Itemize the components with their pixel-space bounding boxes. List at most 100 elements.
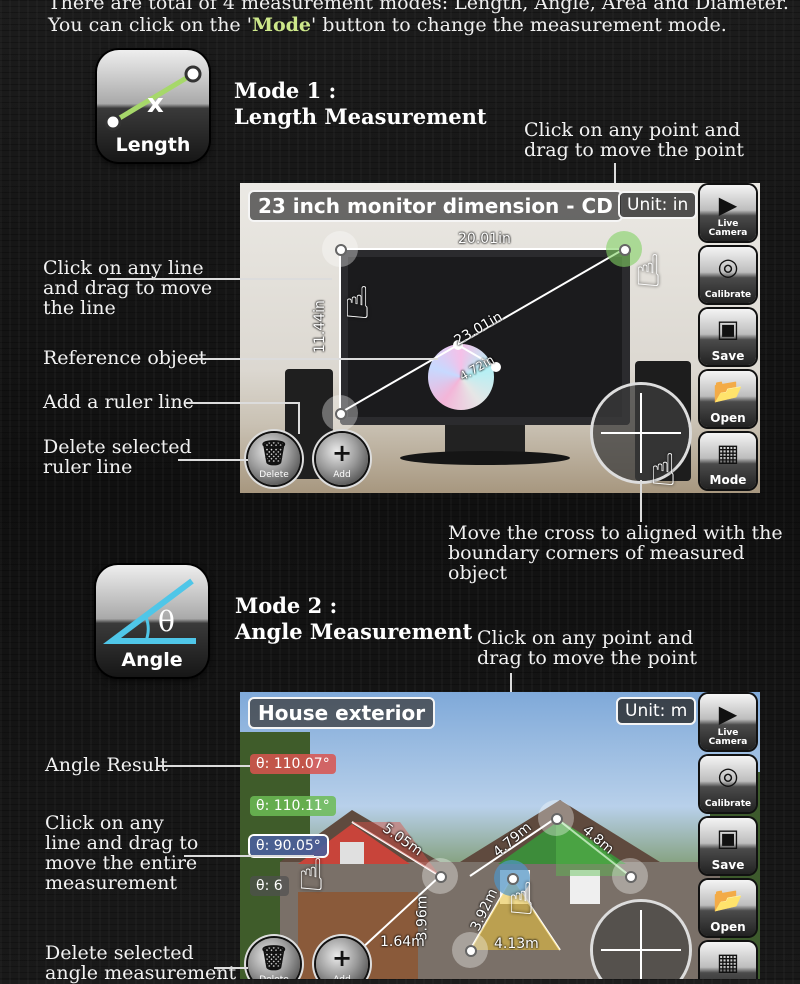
measure-point-handle[interactable] <box>452 932 488 968</box>
angle-icon: θ <box>103 578 196 644</box>
angle-mode-label: Angle <box>121 649 183 671</box>
save-button[interactable]: ▣ Save <box>700 309 756 365</box>
callout-text: measurement <box>45 872 178 894</box>
mode1-screen: 20.01in 11.44in 23.01in 4.72in ☝ ☝ ☝ 23 … <box>240 183 760 493</box>
delete-button[interactable]: 🗑 Delete <box>248 938 300 979</box>
folder-icon: 📂 <box>713 377 743 405</box>
hand-pointer-icon: ☝ <box>508 874 535 925</box>
floppy-icon: ▣ <box>716 315 740 343</box>
mode1-callout-add: Add a ruler line <box>43 391 194 413</box>
open-label: Open <box>710 920 746 934</box>
measure-point-handle[interactable] <box>612 858 648 894</box>
length-mode-icon: x Length <box>97 50 209 162</box>
mode2-callout-angle: Angle Result <box>45 754 168 776</box>
mode2-callout-delete: Delete selected angle measurement <box>45 943 236 983</box>
mode1-callout-reference: Reference object <box>43 347 207 369</box>
camera-icon: ▶ <box>718 700 738 728</box>
add-button-label: Add <box>316 975 368 979</box>
callout-connector <box>298 402 300 434</box>
mode1-callout-cross: Move the cross to aligned with the bound… <box>448 523 800 583</box>
mode2-title-line2: Angle Measurement <box>235 619 473 644</box>
callout-connector <box>107 278 332 280</box>
screen-title[interactable]: House exterior <box>248 697 436 729</box>
hand-pointer-icon: ☝ <box>298 850 325 901</box>
calibrate-button[interactable]: ◎ Calibrate <box>700 247 756 303</box>
svg-text:θ: θ <box>158 605 175 638</box>
save-button[interactable]: ▣ Save <box>700 818 756 874</box>
plus-icon: + <box>331 944 353 972</box>
crosshair-vertical <box>640 910 642 979</box>
open-button[interactable]: 📂 Open <box>700 880 756 936</box>
mode-label: Mode <box>709 473 747 487</box>
mode2-callout-point: Click on any point and drag to move the … <box>477 628 697 668</box>
mode2-screen: 5.05m 4.79m 4.8m 3.96m 1.64m 4.13m 3.92m… <box>240 692 760 979</box>
live-camera-label: Live Camera <box>708 219 748 238</box>
delete-button-label: Delete <box>248 975 300 979</box>
mode1-title: Mode 1 : Length Measurement <box>234 78 487 130</box>
mode1-callout-delete: Delete selected ruler line <box>43 437 192 477</box>
length-mode-label: Length <box>115 134 191 156</box>
delete-button[interactable]: 🗑 Delete <box>248 433 300 485</box>
angle-result-green[interactable]: θ: 110.11° <box>250 796 336 816</box>
intro-line-1: There are total of 4 measurement modes: … <box>48 0 789 14</box>
live-camera-label: Live Camera <box>708 728 748 747</box>
folder-icon: 📂 <box>713 886 743 914</box>
crosshair-horizontal <box>601 949 681 951</box>
mode-button[interactable]: ▦ Mode <box>700 433 756 489</box>
mode1-callout-point: Click on any point and drag to move the … <box>524 120 744 160</box>
hand-pointer-icon: ☝ <box>650 445 677 493</box>
callout-text: angle measurement <box>45 962 237 984</box>
callout-connector <box>184 855 314 857</box>
mode1-callout-line: Click on any line and drag to move the l… <box>43 258 212 318</box>
ruler-icon: x <box>104 65 202 131</box>
callout-text: Click on any point and <box>477 627 694 649</box>
callout-text: line and drag to <box>45 832 199 854</box>
mode-button[interactable]: ▦ Mode <box>700 942 756 979</box>
floppy-icon: ▣ <box>716 824 740 852</box>
unit-selector[interactable]: Unit: m <box>616 697 697 725</box>
mode1-title-line1: Mode 1 : <box>234 78 337 103</box>
angle-result-partial[interactable]: θ: 6 <box>250 876 289 896</box>
measure-point-handle[interactable] <box>538 800 574 836</box>
measure-point-handle[interactable] <box>322 395 358 431</box>
callout-text: Click on any point and <box>524 119 741 141</box>
angle-result-red[interactable]: θ: 110.07° <box>250 754 336 774</box>
measurement-label: 20.01in <box>458 231 511 247</box>
unit-selector[interactable]: Unit: in <box>618 191 698 219</box>
hand-pointer-icon: ☝ <box>344 278 371 329</box>
target-icon: ◎ <box>717 762 739 790</box>
intro-text: There are total of 4 measurement modes: … <box>48 0 789 36</box>
screen-title[interactable]: 23 inch monitor dimension - CD <box>248 190 623 222</box>
callout-connector <box>190 358 438 360</box>
live-camera-button[interactable]: ▶ Live Camera <box>700 694 756 750</box>
add-button[interactable]: + Add <box>316 938 368 979</box>
callout-text: drag to move the point <box>477 647 698 669</box>
crosshair-horizontal <box>601 432 681 434</box>
live-camera-button[interactable]: ▶ Live Camera <box>700 185 756 241</box>
callout-text: the line <box>43 297 116 319</box>
measurement-label: 11.44in <box>312 300 328 353</box>
open-label: Open <box>710 411 746 425</box>
open-button[interactable]: 📂 Open <box>700 371 756 427</box>
plus-icon: + <box>331 439 353 467</box>
calibrate-button[interactable]: ◎ Calibrate <box>700 756 756 812</box>
measure-point-handle[interactable] <box>422 858 458 894</box>
svg-text:x: x <box>147 89 164 119</box>
mode2-title: Mode 2 : Angle Measurement <box>235 593 472 645</box>
grid-icon: ▦ <box>716 948 740 976</box>
callout-connector <box>186 402 298 404</box>
calibrate-label: Calibrate <box>704 799 752 809</box>
mode2-title-line1: Mode 2 : <box>235 593 338 618</box>
mode2-callout-move: Click on any line and drag to move the e… <box>45 813 198 893</box>
callout-text: Click on any <box>45 812 164 834</box>
callout-connector <box>178 459 248 461</box>
intro-line-2-pre: You can click on the ' <box>48 14 252 36</box>
intro-line-2-post: ' button to change the measurement mode. <box>311 14 727 36</box>
measurement-label: 4.13m <box>494 936 539 952</box>
callout-text: move the entire <box>45 852 198 874</box>
measure-point-handle[interactable] <box>322 231 358 267</box>
camera-icon: ▶ <box>718 191 738 219</box>
callout-connector <box>214 967 248 969</box>
callout-text: ruler line <box>43 456 133 478</box>
add-button[interactable]: + Add <box>316 433 368 485</box>
